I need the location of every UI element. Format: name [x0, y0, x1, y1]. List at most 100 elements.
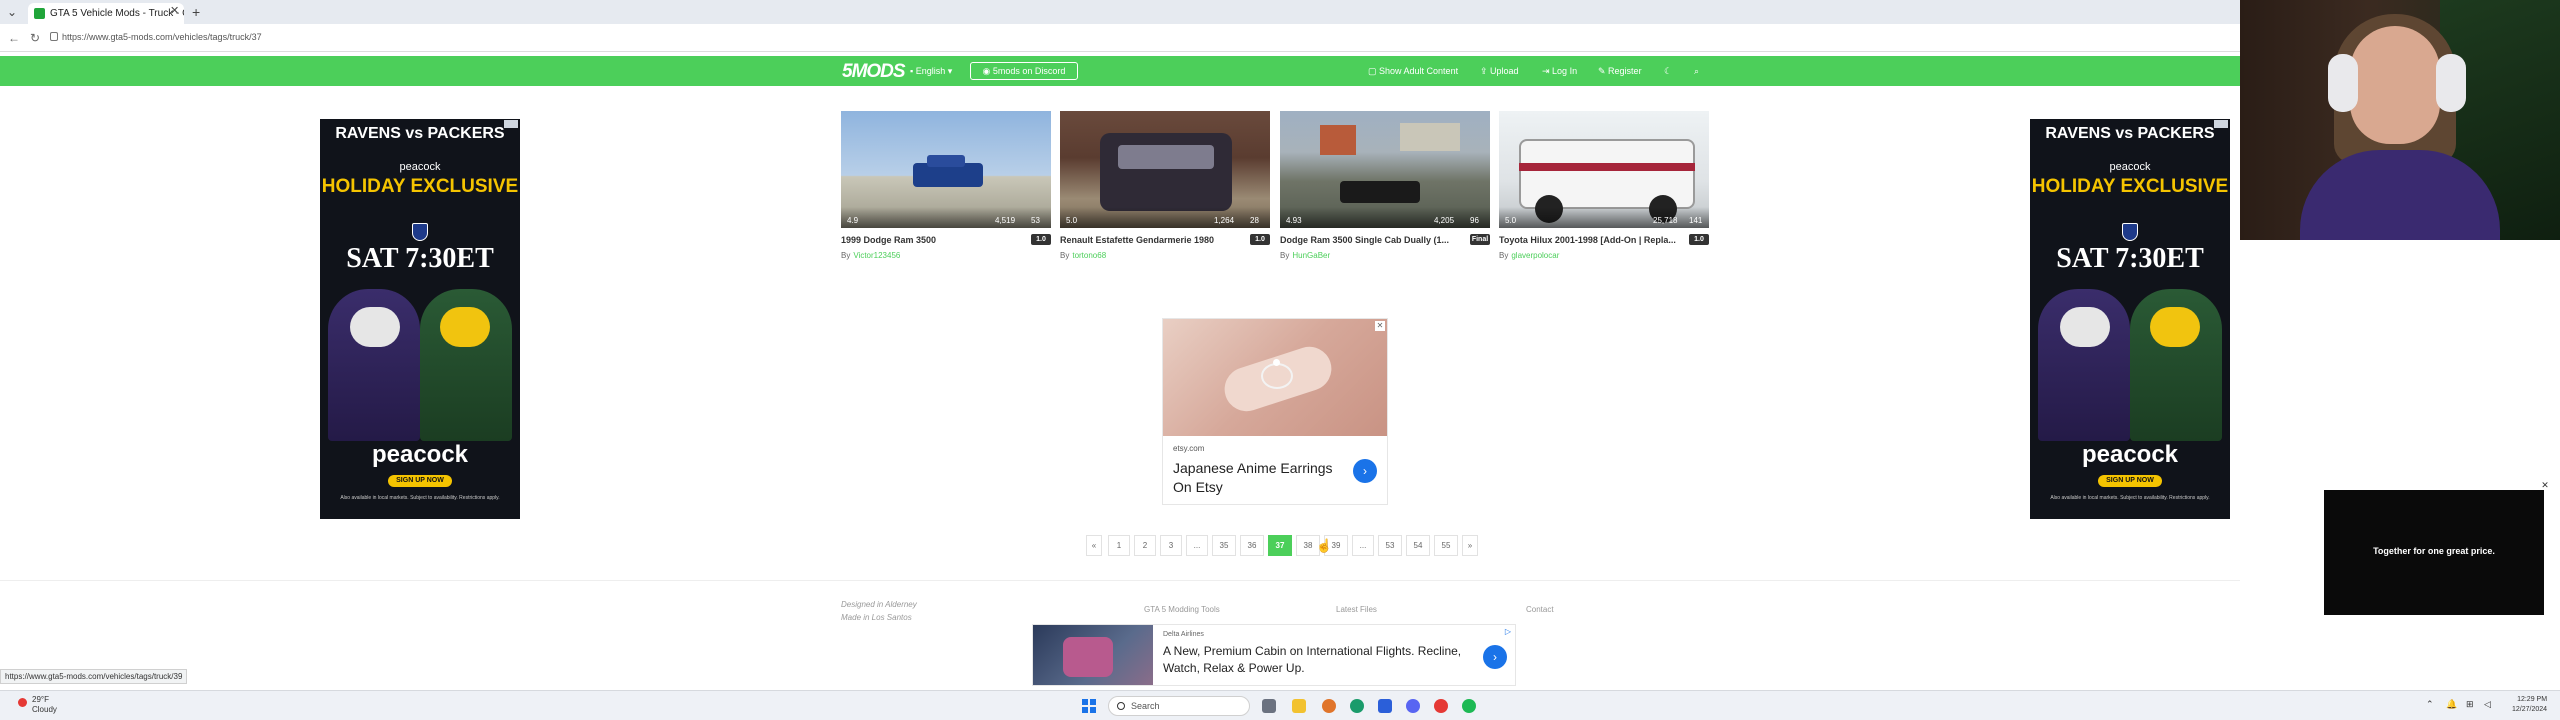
search-icon[interactable]: ⌕: [1694, 66, 1699, 77]
ring-icon: [1261, 363, 1293, 389]
link-status-bar: https://www.gta5-mods.com/vehicles/tags/…: [0, 669, 188, 684]
mod-author-link[interactable]: Victor123456: [853, 251, 900, 260]
page-36[interactable]: 36: [1240, 535, 1264, 556]
ad-cta-button[interactable]: SIGN UP NOW: [2098, 475, 2162, 487]
video-close-icon[interactable]: ✕: [2540, 480, 2550, 490]
ad-time: SAT 7:30ET: [346, 243, 494, 274]
mod-author-link[interactable]: tortono68: [1072, 251, 1106, 260]
chevron-right-icon[interactable]: ›: [1483, 645, 1507, 669]
ad-headline: RAVENS vs PACKERS: [2045, 125, 2215, 142]
mod-card[interactable]: 4.93 4,205 96 Dodge Ram 3500 Single Cab …: [1280, 111, 1490, 266]
url-field[interactable]: https://www.gta5-mods.com/vehicles/tags/…: [62, 32, 262, 42]
mod-rating: 5.0: [1066, 216, 1078, 225]
taskbar-clock[interactable]: 12:29 PM 12/27/2024: [2512, 695, 2547, 715]
notification-icon[interactable]: 🔔: [2446, 699, 2457, 710]
floating-video-ad[interactable]: ✕ Together for one great price.: [2324, 480, 2550, 615]
language-label: English: [915, 66, 946, 76]
new-tab-icon[interactable]: +: [192, 4, 200, 20]
page-37-current[interactable]: 37: [1268, 535, 1292, 556]
tray-chevron-icon[interactable]: ⌃: [2426, 699, 2434, 710]
page-35[interactable]: 35: [1212, 535, 1236, 556]
tab-menu-icon[interactable]: ⌄: [4, 4, 20, 20]
page-2[interactable]: 2: [1134, 535, 1156, 556]
mod-byline: By Victor123456: [841, 251, 900, 260]
taskbar-search[interactable]: Search: [1108, 696, 1250, 716]
footer-col-contact[interactable]: Contact: [1526, 605, 1554, 614]
chevron-right-icon[interactable]: ›: [1353, 459, 1377, 483]
obs-icon[interactable]: [1434, 699, 1448, 713]
search-icon: [1117, 702, 1125, 710]
weather-widget[interactable]: 29°F Cloudy: [32, 695, 57, 715]
store-icon[interactable]: [1378, 699, 1392, 713]
mod-card[interactable]: 5.0 1,264 28 Renault Estafette Gendarmer…: [1060, 111, 1270, 266]
page-53[interactable]: 53: [1378, 535, 1402, 556]
footer-col-tools[interactable]: GTA 5 Modding Tools: [1144, 605, 1220, 614]
ad-cta-button[interactable]: SIGN UP NOW: [388, 475, 452, 487]
page-55[interactable]: 55: [1434, 535, 1458, 556]
nfl-shield-icon: [2122, 223, 2138, 241]
page-1[interactable]: 1: [1108, 535, 1130, 556]
tab-close-icon[interactable]: ✕: [170, 4, 179, 17]
upload-link[interactable]: ⇪ Upload: [1480, 66, 1519, 77]
tab-title: GTA 5 Vehicle Mods - Truck - GTA 5: [50, 8, 184, 19]
discord-icon[interactable]: [1406, 699, 1420, 713]
etsy-ad[interactable]: ✕ etsy.com Japanese Anime Earrings On Et…: [1162, 318, 1388, 505]
language-icon[interactable]: ⊞: [2466, 699, 2474, 710]
ad-choices-icon[interactable]: ▷: [1505, 627, 1511, 636]
weather-icon[interactable]: [18, 698, 27, 707]
site-favicon-icon: [34, 8, 45, 19]
lock-icon: [50, 32, 58, 41]
show-adult-content-link[interactable]: ▢ Show Adult Content: [1368, 66, 1458, 77]
page-prev[interactable]: «: [1086, 535, 1102, 556]
site-navbar: 5MODS ▪ English ▾ ◉ 5mods on Discord ▢ S…: [0, 56, 2240, 86]
ad-time: SAT 7:30ET: [2056, 243, 2204, 274]
discord-icon: ◉: [982, 66, 993, 76]
mod-version-badge: 1.0: [1689, 234, 1709, 245]
page-ellipsis: ...: [1352, 535, 1374, 556]
page-3[interactable]: 3: [1160, 535, 1182, 556]
ad-close-icon[interactable]: ✕: [1375, 321, 1385, 331]
discord-button[interactable]: ◉ 5mods on Discord: [970, 62, 1078, 80]
refresh-icon[interactable]: ↻: [30, 31, 40, 45]
volume-icon[interactable]: ◁: [2484, 699, 2491, 710]
ad-text[interactable]: Japanese Anime Earrings On Etsy: [1173, 459, 1343, 497]
file-explorer-icon[interactable]: [1292, 699, 1306, 713]
mod-author-link[interactable]: glaverpolocar: [1511, 251, 1559, 260]
page-next[interactable]: »: [1462, 535, 1478, 556]
mod-title[interactable]: Toyota Hilux 2001-1998 [Add-On | Repla..…: [1499, 235, 1689, 245]
dark-mode-icon[interactable]: ☾: [1664, 66, 1672, 77]
mod-card[interactable]: 4.9 4,519 53 1999 Dodge Ram 3500 1.0 By V…: [841, 111, 1051, 266]
weather-desc: Cloudy: [32, 705, 57, 714]
mod-card[interactable]: 5.0 25,718 141 Toyota Hilux 2001-1998 [A…: [1499, 111, 1709, 266]
register-link[interactable]: ✎ Register: [1598, 66, 1642, 77]
webcam-overlay: [2240, 0, 2560, 240]
mod-title[interactable]: 1999 Dodge Ram 3500: [841, 235, 1031, 245]
page-54[interactable]: 54: [1406, 535, 1430, 556]
login-label: Log In: [1552, 66, 1578, 76]
task-view-icon[interactable]: [1262, 699, 1276, 713]
nfl-shield-icon: [412, 223, 428, 241]
back-icon[interactable]: ←: [8, 31, 20, 45]
browser-tab[interactable]: GTA 5 Vehicle Mods - Truck - GTA 5: [28, 3, 184, 24]
mod-title[interactable]: Renault Estafette Gendarmerie 1980: [1060, 235, 1250, 245]
streamer-face: [2350, 26, 2440, 144]
mod-rating: 4.93: [1286, 216, 1302, 225]
app-icon[interactable]: [1322, 699, 1336, 713]
edge-icon[interactable]: [1350, 699, 1364, 713]
ad-text[interactable]: A New, Premium Cabin on International Fl…: [1163, 643, 1483, 677]
footer-col-latest[interactable]: Latest Files: [1336, 605, 1377, 614]
upload-label: Upload: [1490, 66, 1519, 76]
login-link[interactable]: ⇥ Log In: [1542, 66, 1577, 77]
site-logo[interactable]: 5MODS: [842, 61, 906, 83]
mod-downloads: 4,519: [995, 216, 1016, 225]
language-selector[interactable]: ▪ English ▾: [910, 66, 952, 77]
login-icon: ⇥: [1542, 66, 1553, 76]
mod-author-link[interactable]: HunGaBer: [1292, 251, 1330, 260]
right-side-ad[interactable]: RAVENS vs PACKERS peacock HOLIDAY EXCLUS…: [2030, 119, 2230, 519]
windows-start-icon[interactable]: [1082, 699, 1096, 713]
mod-title[interactable]: Dodge Ram 3500 Single Cab Dually (1...: [1280, 235, 1470, 245]
spotify-icon[interactable]: [1462, 699, 1476, 713]
delta-ad[interactable]: Delta Airlines A New, Premium Cabin on I…: [1032, 624, 1516, 686]
by-label: By: [841, 251, 851, 260]
left-side-ad[interactable]: RAVENS vs PACKERS peacock HOLIDAY EXCLUS…: [320, 119, 520, 519]
